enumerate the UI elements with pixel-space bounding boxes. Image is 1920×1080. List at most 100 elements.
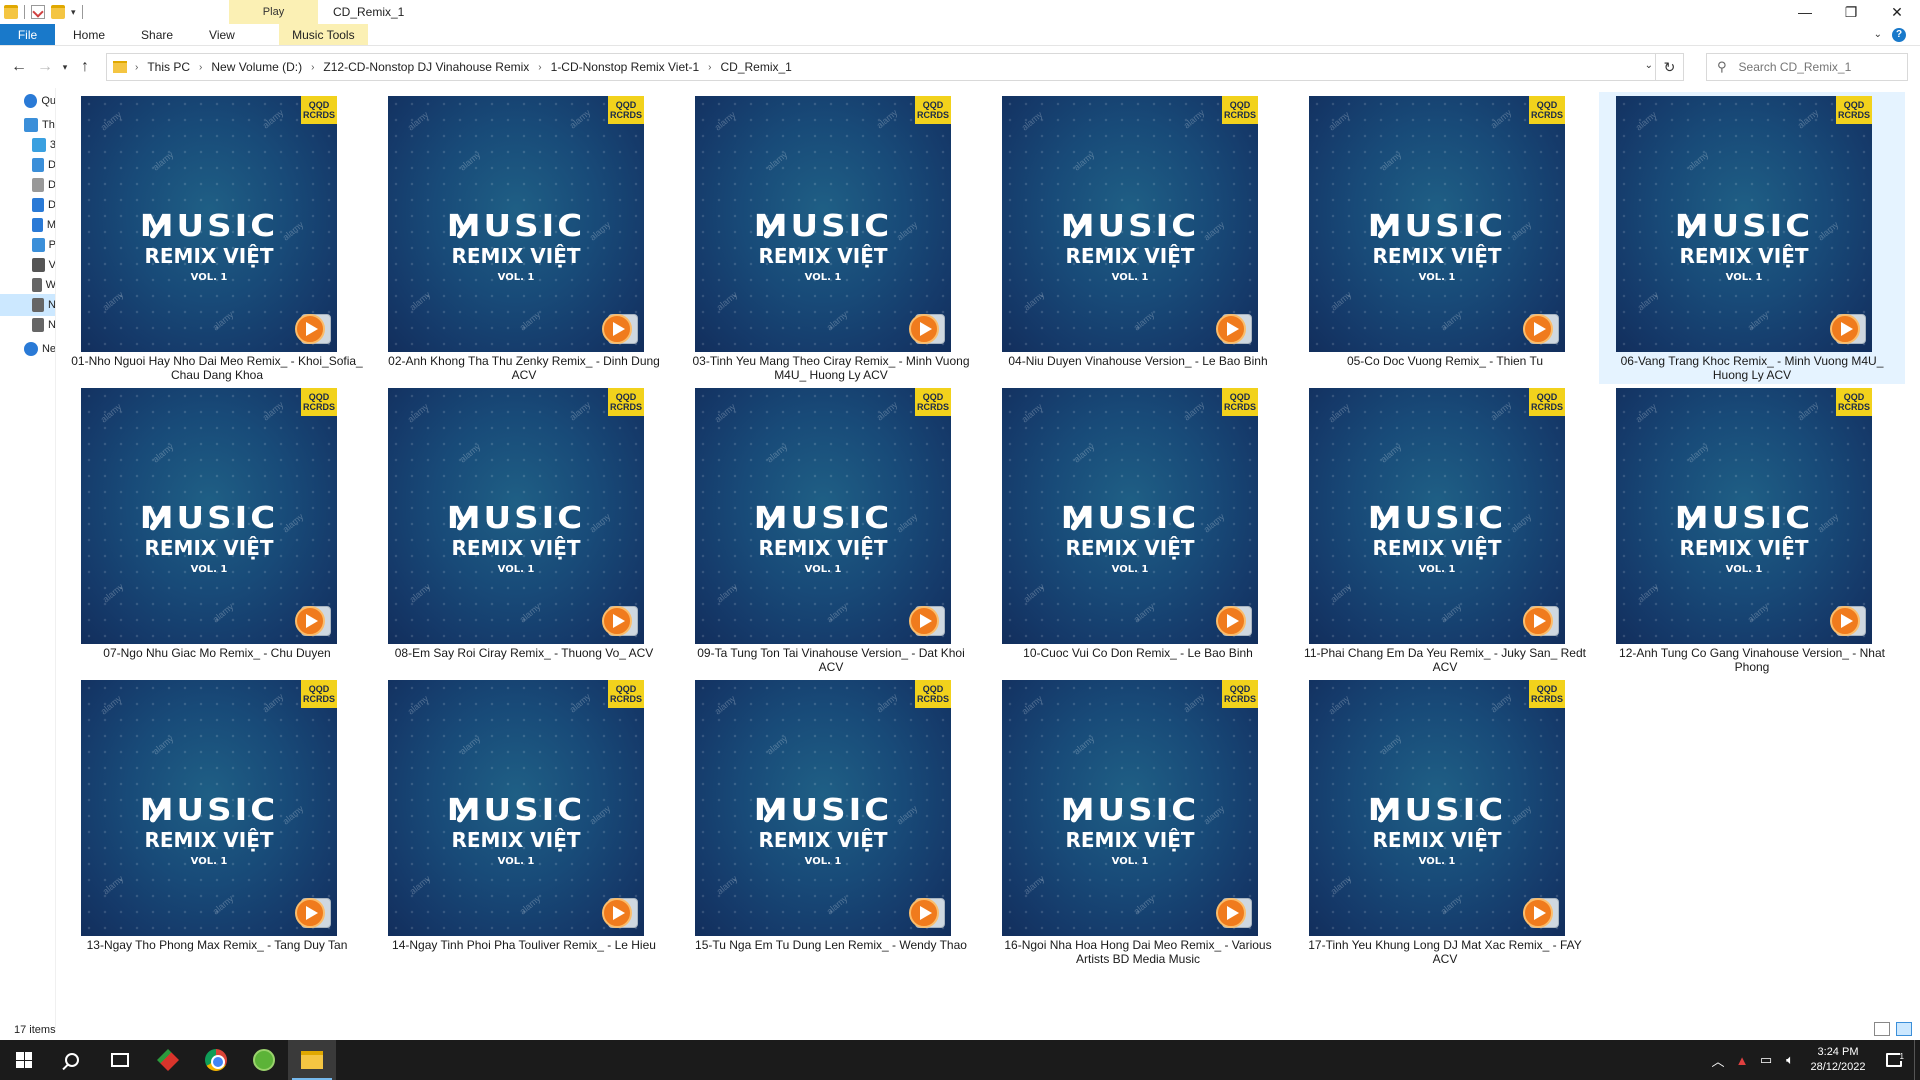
- tray-app-icon[interactable]: ▲: [1730, 1053, 1754, 1068]
- nav-item[interactable]: D: [0, 194, 55, 216]
- album-title-music: MUSIC: [1060, 208, 1200, 244]
- expand-ribbon-chevron-icon[interactable]: ⌄: [1874, 29, 1882, 40]
- nav-item[interactable]: D: [0, 174, 55, 196]
- play-icon: [1216, 604, 1252, 638]
- forward-button[interactable]: →: [32, 54, 58, 80]
- album-volume: VOL. 1: [1725, 564, 1763, 575]
- file-item[interactable]: alamy alamy alamy alamy alamy alamy QQD R…: [1292, 676, 1598, 966]
- breadcrumb-this-pc[interactable]: This PC: [147, 60, 190, 74]
- action-center-button[interactable]: 1: [1874, 1052, 1914, 1067]
- properties-icon[interactable]: [31, 5, 45, 19]
- nav-item[interactable]: V: [0, 254, 55, 276]
- file-item[interactable]: alamy alamy alamy alamy alamy alamy QQD R…: [678, 92, 984, 382]
- back-button[interactable]: ←: [6, 54, 32, 80]
- minimize-button[interactable]: —: [1782, 0, 1828, 24]
- tab-view[interactable]: View: [191, 24, 253, 45]
- address-dropdown-chevron-icon[interactable]: ⌄: [1645, 60, 1653, 71]
- file-item[interactable]: alamy alamy alamy alamy alamy alamy QQD R…: [1599, 384, 1905, 674]
- recent-locations-chevron-icon[interactable]: ▾: [58, 54, 72, 80]
- nav-item[interactable]: D: [0, 154, 55, 176]
- watermark: alamy: [1438, 601, 1464, 625]
- nav-item[interactable]: M: [0, 214, 55, 236]
- play-icon: [602, 604, 638, 638]
- file-item[interactable]: alamy alamy alamy alamy alamy alamy QQD R…: [371, 384, 677, 672]
- chevron-right-icon[interactable]: ›: [199, 62, 202, 73]
- file-item[interactable]: alamy alamy alamy alamy alamy alamy QQD R…: [64, 676, 370, 964]
- album-volume: VOL. 1: [1111, 272, 1149, 283]
- nav-item[interactable]: Ne: [0, 338, 55, 360]
- breadcrumb-z12[interactable]: Z12-CD-Nonstop DJ Vinahouse Remix: [323, 60, 529, 74]
- file-item[interactable]: alamy alamy alamy alamy alamy alamy QQD R…: [1292, 384, 1598, 674]
- video-icon: [32, 258, 45, 272]
- nav-item[interactable]: N: [0, 314, 55, 336]
- search-input[interactable]: [1738, 60, 1889, 74]
- taskbar-app-1[interactable]: [144, 1040, 192, 1080]
- tab-music-tools[interactable]: Music Tools: [278, 24, 368, 45]
- maximize-button[interactable]: ❐: [1828, 0, 1874, 24]
- breadcrumb-cd-remix-1[interactable]: CD_Remix_1: [720, 60, 791, 74]
- taskbar-chrome[interactable]: [192, 1040, 240, 1080]
- file-item[interactable]: alamy alamy alamy alamy alamy alamy QQD R…: [985, 384, 1291, 672]
- large-icons-view-icon[interactable]: [1896, 1022, 1912, 1036]
- address-breadcrumb[interactable]: › This PC › New Volume (D:) › Z12-CD-Non…: [106, 53, 1684, 81]
- start-button[interactable]: [0, 1040, 48, 1080]
- watermark: alamy: [1328, 873, 1354, 897]
- task-view-button[interactable]: [96, 1040, 144, 1080]
- play-icon: [909, 604, 945, 638]
- file-item[interactable]: alamy alamy alamy alamy alamy alamy QQD R…: [371, 676, 677, 964]
- file-item[interactable]: alamy alamy alamy alamy alamy alamy QQD R…: [1599, 92, 1905, 384]
- file-item[interactable]: alamy alamy alamy alamy alamy alamy QQD R…: [678, 384, 984, 674]
- chevron-right-icon[interactable]: ›: [538, 62, 541, 73]
- play-icon: [1830, 312, 1866, 346]
- watermark: alamy: [1021, 581, 1047, 605]
- file-item[interactable]: alamy alamy alamy alamy alamy alamy QQD R…: [985, 676, 1291, 966]
- breadcrumb-volume-d[interactable]: New Volume (D:): [211, 60, 302, 74]
- tab-file[interactable]: File: [0, 24, 55, 45]
- album-title-remix: REMIX VIỆT: [1372, 244, 1502, 268]
- network-icon[interactable]: ▭: [1754, 1052, 1778, 1068]
- tab-home[interactable]: Home: [55, 24, 123, 45]
- tab-share[interactable]: Share: [123, 24, 191, 45]
- chevron-right-icon[interactable]: ›: [135, 62, 138, 73]
- nav-item[interactable]: 3: [0, 134, 55, 156]
- album-art-thumbnail: alamy alamy alamy alamy alamy alamy QQD R…: [695, 680, 951, 936]
- album-volume: VOL. 1: [190, 856, 228, 867]
- label-badge: QQD RCRDS: [608, 96, 644, 124]
- file-item[interactable]: alamy alamy alamy alamy alamy alamy QQD R…: [371, 92, 677, 382]
- taskbar-search-button[interactable]: [48, 1040, 96, 1080]
- nav-item[interactable]: W: [0, 274, 55, 296]
- nav-item[interactable]: Th: [0, 114, 55, 136]
- taskbar-app-green[interactable]: [240, 1040, 288, 1080]
- file-item[interactable]: alamy alamy alamy alamy alamy alamy QQD R…: [678, 676, 984, 964]
- search-icon: [65, 1053, 79, 1067]
- chevron-right-icon[interactable]: ›: [311, 62, 314, 73]
- taskbar-file-explorer[interactable]: [288, 1040, 336, 1080]
- chevron-right-icon[interactable]: ›: [708, 62, 711, 73]
- album-title-remix: REMIX VIỆT: [1065, 828, 1195, 852]
- app-icon: [157, 1049, 179, 1071]
- file-item[interactable]: alamy alamy alamy alamy alamy alamy QQD R…: [985, 92, 1291, 380]
- search-box[interactable]: ⚲: [1706, 53, 1908, 81]
- volume-icon[interactable]: 🔈︎: [1778, 1052, 1802, 1068]
- show-desktop-button[interactable]: [1914, 1040, 1920, 1080]
- file-item[interactable]: alamy alamy alamy alamy alamy alamy QQD R…: [64, 92, 370, 382]
- details-view-icon[interactable]: [1874, 1022, 1890, 1036]
- file-item[interactable]: alamy alamy alamy alamy alamy alamy QQD R…: [1292, 92, 1598, 380]
- nav-item[interactable]: P: [0, 234, 55, 256]
- album-volume: VOL. 1: [804, 856, 842, 867]
- breadcrumb-1-cd[interactable]: 1-CD-Nonstop Remix Viet-1: [551, 60, 700, 74]
- show-hidden-icons-chevron-icon[interactable]: ︿: [1706, 1051, 1730, 1070]
- help-icon[interactable]: ?: [1892, 27, 1906, 42]
- nav-item[interactable]: Qu: [0, 90, 55, 112]
- up-button[interactable]: ↑: [72, 54, 98, 80]
- watermark: alamy: [405, 693, 431, 717]
- navigation-pane[interactable]: Qu Th 3 D D D M P V W N N Ne: [0, 88, 56, 1028]
- play-icon: [1216, 312, 1252, 346]
- refresh-button[interactable]: ↻: [1655, 54, 1683, 80]
- close-button[interactable]: ✕: [1874, 0, 1920, 24]
- customize-toolbar-chevron-icon[interactable]: ▾: [71, 7, 76, 18]
- new-folder-icon[interactable]: [51, 5, 65, 19]
- nav-item[interactable]: N: [0, 294, 55, 316]
- clock[interactable]: 3:24 PM 28/12/2022: [1802, 1045, 1874, 1075]
- file-item[interactable]: alamy alamy alamy alamy alamy alamy QQD R…: [64, 384, 370, 672]
